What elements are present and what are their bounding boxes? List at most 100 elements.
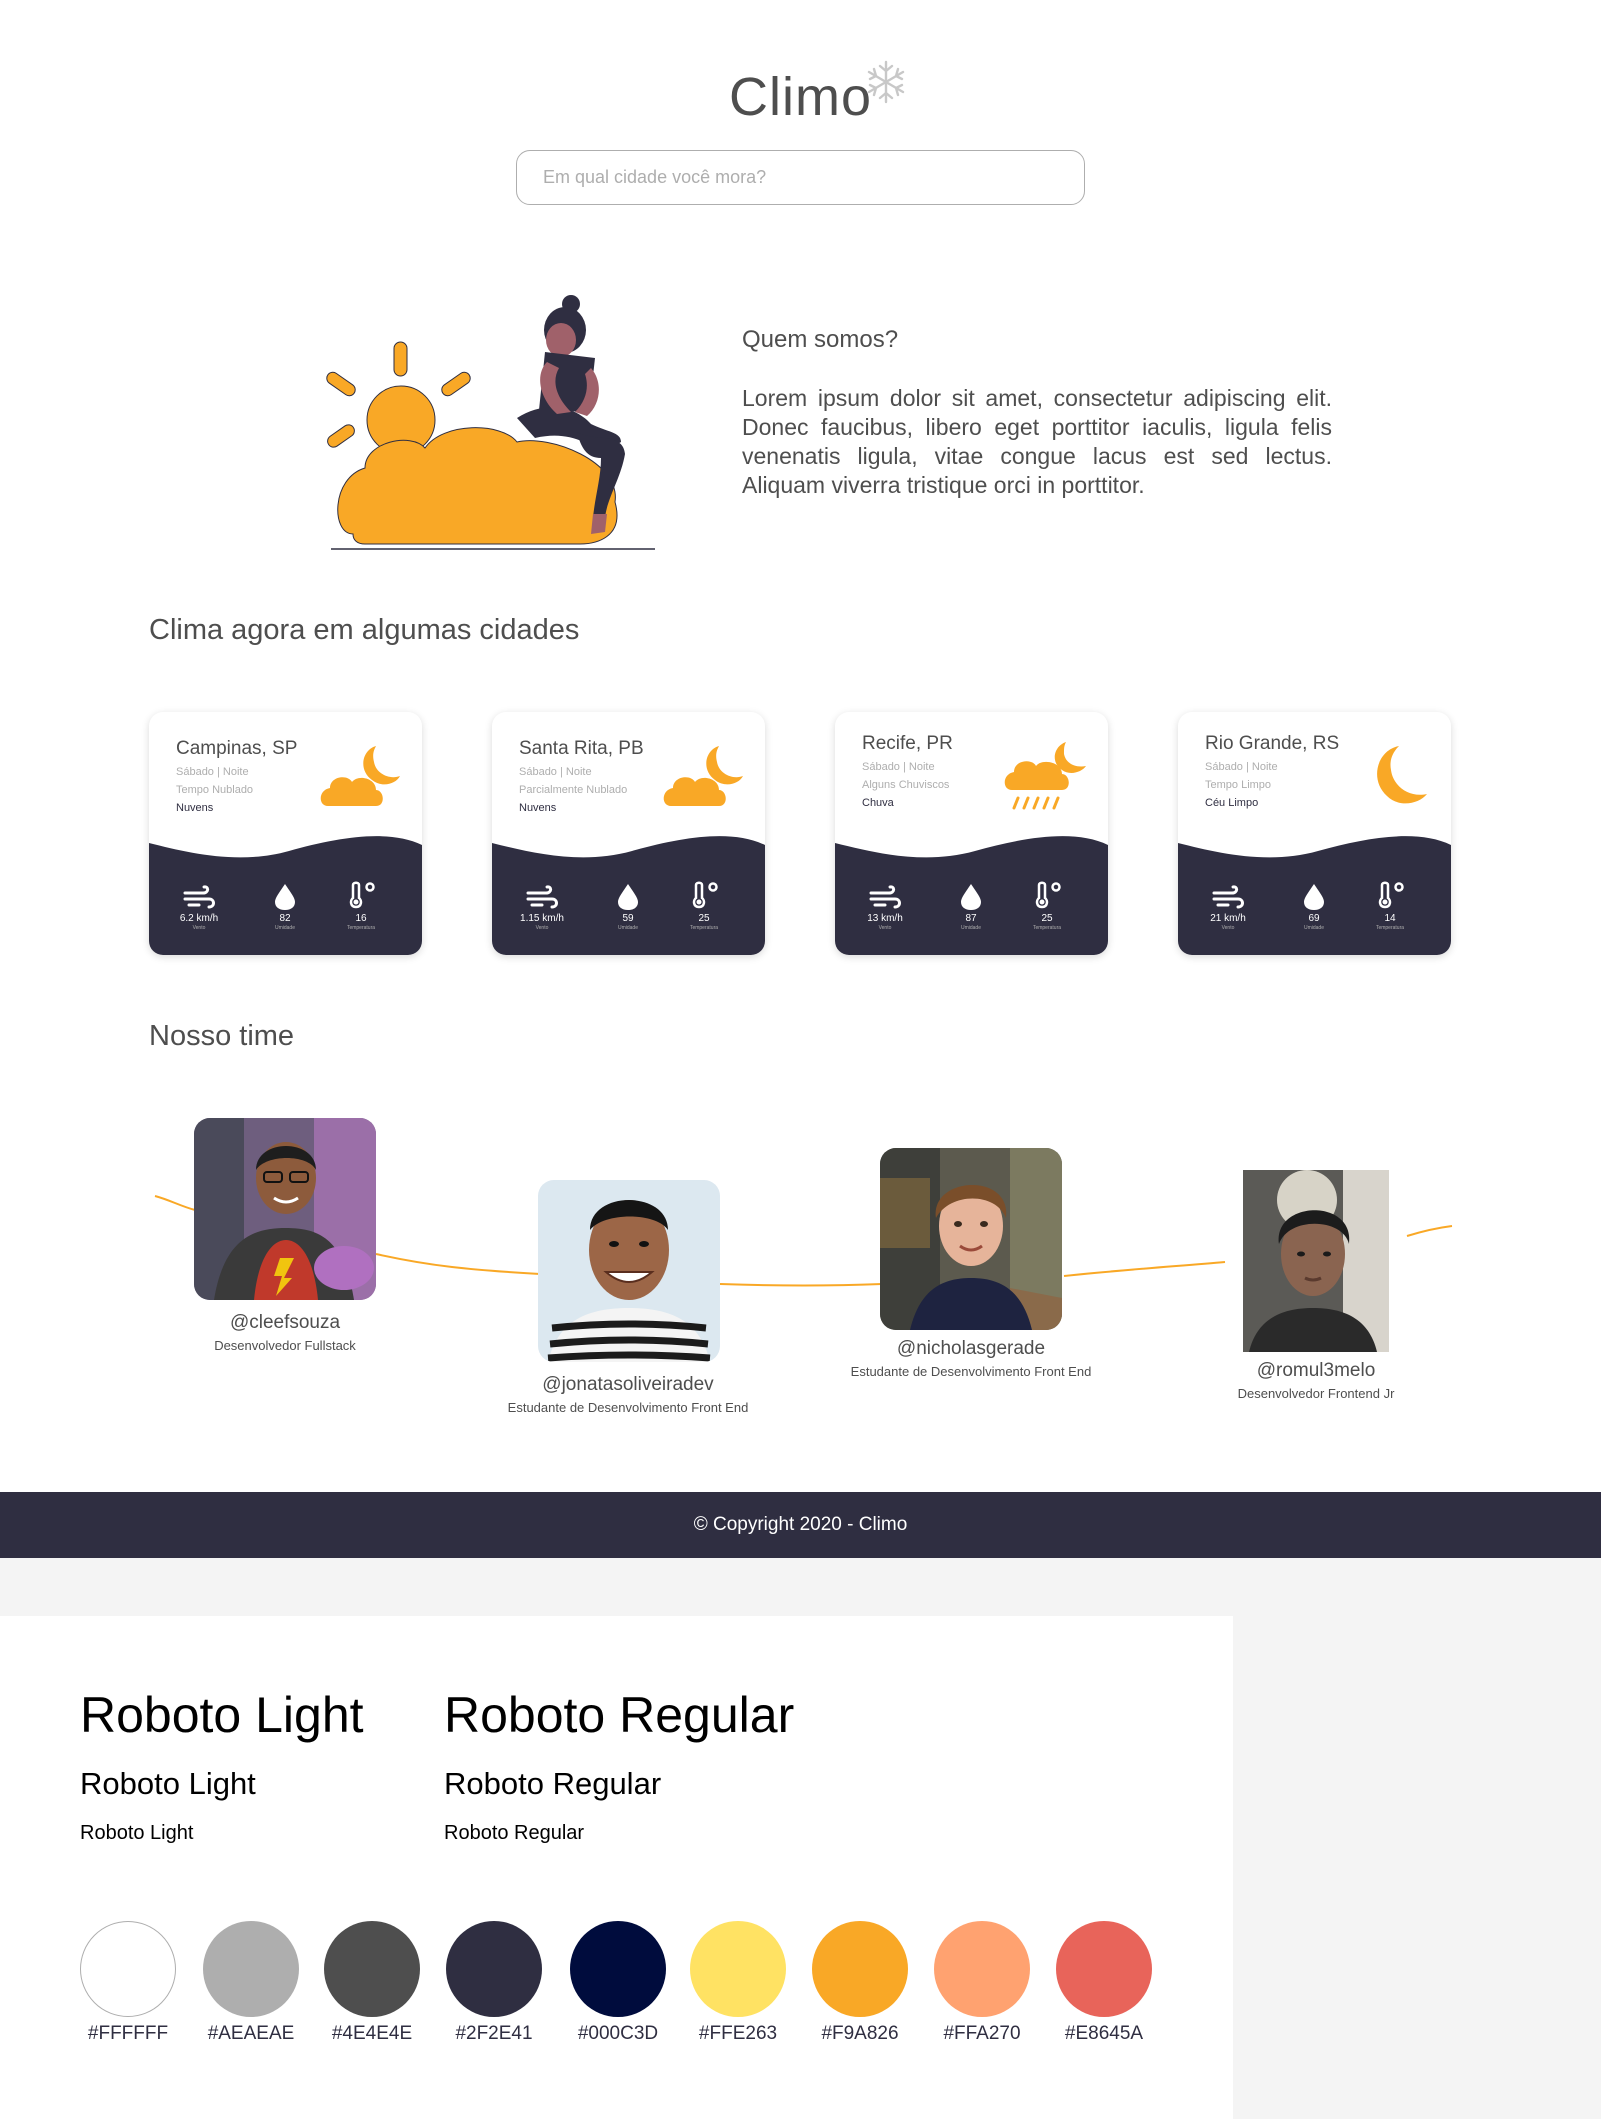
team-member[interactable]: @jonatasoliveiradev Estudante de Desenvo… <box>478 1180 778 1420</box>
humidity-drop-icon <box>598 883 658 911</box>
about-title: Quem somos? <box>742 326 899 353</box>
temperature-label: Temperatura <box>689 925 719 931</box>
card-condition: Céu Limpo <box>1205 797 1259 809</box>
temperature-label: Temperatura <box>1375 925 1405 931</box>
wind-icon <box>512 885 572 911</box>
thermometer-icon <box>674 881 734 911</box>
card-day: Sábado | Noite <box>519 766 592 778</box>
city-search-input[interactable] <box>516 150 1085 205</box>
color-swatch-label: #2F2E41 <box>455 2023 533 2044</box>
moon-icon <box>1347 740 1429 819</box>
member-handle[interactable]: @jonatasoliveiradev <box>478 1374 778 1396</box>
team-member[interactable]: @romul3melo Desenvolvedor Frontend Jr <box>1166 1170 1466 1410</box>
card-day: Sábado | Noite <box>1205 761 1278 773</box>
card-condition: Nuvens <box>176 802 214 814</box>
wind-stat: 6.2 km/h Vento <box>169 885 229 931</box>
card-city: Santa Rita, PB <box>519 738 644 759</box>
card-description: Tempo Limpo <box>1205 779 1272 791</box>
weather-card[interactable]: Recife, PR Sábado | Noite Alguns Chuviscos… <box>835 712 1108 955</box>
card-description: Parcialmente Nublado <box>519 784 628 796</box>
avatar <box>538 1180 720 1362</box>
color-swatch <box>690 1921 786 2017</box>
logo[interactable]: Climo <box>0 60 1601 128</box>
weather-card[interactable]: Rio Grande, RS Sábado | Noite Tempo Limpo C… <box>1178 712 1451 955</box>
humidity-value: 59 <box>622 913 634 924</box>
landing-page: Climo Em qual cidade você mora? Quem som… <box>0 0 1601 1558</box>
color-swatch-label: #FFA270 <box>943 2023 1021 2044</box>
humidity-label: Umidade <box>960 925 981 931</box>
color-swatch <box>934 1921 1030 2017</box>
card-city: Campinas, SP <box>176 738 298 759</box>
card-description: Tempo Nublado <box>176 784 254 796</box>
wind-label: Vento <box>878 925 892 931</box>
wind-stat: 1.15 km/h Vento <box>512 885 572 931</box>
wind-value: 1.15 km/h <box>520 913 564 924</box>
wind-stat: 21 km/h Vento <box>1198 885 1258 931</box>
humidity-drop-icon <box>1284 883 1344 911</box>
temperature-label: Temperatura <box>346 925 376 931</box>
font-sample-light-small: Roboto Light <box>80 1822 194 1844</box>
humidity-value: 87 <box>965 913 977 924</box>
card-condition: Nuvens <box>519 802 557 814</box>
color-swatch <box>446 1921 542 2017</box>
humidity-label: Umidade <box>617 925 638 931</box>
humidity-stat: 69 Umidade <box>1284 883 1344 931</box>
card-day: Sábado | Noite <box>176 766 249 778</box>
member-handle[interactable]: @nicholasgerade <box>821 1338 1121 1360</box>
humidity-stat: 82 Umidade <box>255 883 315 931</box>
weather-section-title: Clima agora em algumas cidades <box>149 614 580 646</box>
avatar <box>880 1148 1062 1330</box>
member-role: Estudante de Desenvolvimento Front End <box>507 1400 749 1415</box>
wind-icon <box>169 885 229 911</box>
color-swatch-label: #FFFFFF <box>87 2023 169 2044</box>
member-role: Desenvolvedor Fullstack <box>214 1338 356 1353</box>
temperature-label: Temperatura <box>1032 925 1062 931</box>
color-swatch <box>324 1921 420 2017</box>
temperature-value: 25 <box>698 913 710 924</box>
team-member[interactable]: @nicholasgerade Estudante de Desenvolvim… <box>821 1148 1121 1388</box>
avatar <box>1243 1170 1389 1352</box>
wind-value: 6.2 km/h <box>179 913 219 924</box>
cloud-moon-icon <box>661 740 743 819</box>
color-swatch <box>812 1921 908 2017</box>
humidity-drop-icon <box>941 883 1001 911</box>
rain-moon-icon <box>1004 740 1086 819</box>
team-member[interactable]: @cleefsouza Desenvolvedor Fullstack <box>185 1118 385 1358</box>
humidity-drop-icon <box>255 883 315 911</box>
logo-text: Climo <box>728 67 872 127</box>
member-handle[interactable]: @cleefsouza <box>185 1312 385 1334</box>
wind-stat: 13 km/h Vento <box>855 885 915 931</box>
humidity-stat: 59 Umidade <box>598 883 658 931</box>
thermometer-icon <box>1360 881 1420 911</box>
wind-label: Vento <box>192 925 206 931</box>
member-role: Desenvolvedor Frontend Jr <box>1237 1386 1395 1401</box>
thermometer-icon <box>331 881 391 911</box>
wind-value: 13 km/h <box>867 913 903 924</box>
color-swatch-label: #4E4E4E <box>331 2023 413 2044</box>
temperature-stat: 14 Temperatura <box>1360 881 1420 931</box>
card-city: Recife, PR <box>862 733 953 754</box>
humidity-stat: 87 Umidade <box>941 883 1001 931</box>
color-swatch-label: #E8645A <box>1064 2023 1144 2044</box>
member-handle[interactable]: @romul3melo <box>1166 1360 1466 1382</box>
temperature-value: 25 <box>1041 913 1053 924</box>
temperature-stat: 25 Temperatura <box>674 881 734 931</box>
font-sample-light-large: Roboto Light <box>80 1687 364 1743</box>
color-swatch <box>570 1921 666 2017</box>
member-role: Estudante de Desenvolvimento Front End <box>850 1364 1092 1379</box>
card-city: Rio Grande, RS <box>1205 733 1340 754</box>
font-sample-regular-large: Roboto Regular <box>444 1687 795 1743</box>
wind-icon <box>855 885 915 911</box>
weather-card[interactable]: Campinas, SP Sábado | Noite Tempo Nublado N… <box>149 712 422 955</box>
font-sample-regular-small: Roboto Regular <box>444 1822 585 1844</box>
color-swatch <box>1056 1921 1152 2017</box>
card-description: Alguns Chuviscos <box>862 779 950 791</box>
wind-label: Vento <box>1221 925 1235 931</box>
wind-value: 21 km/h <box>1210 913 1246 924</box>
thermometer-icon <box>1017 881 1077 911</box>
color-swatch <box>80 1921 176 2017</box>
team-section-title: Nosso time <box>149 1020 295 1052</box>
wind-icon <box>1198 885 1258 911</box>
weather-card[interactable]: Santa Rita, PB Sábado | Noite Parcialmente… <box>492 712 765 955</box>
color-swatch <box>203 1921 299 2017</box>
